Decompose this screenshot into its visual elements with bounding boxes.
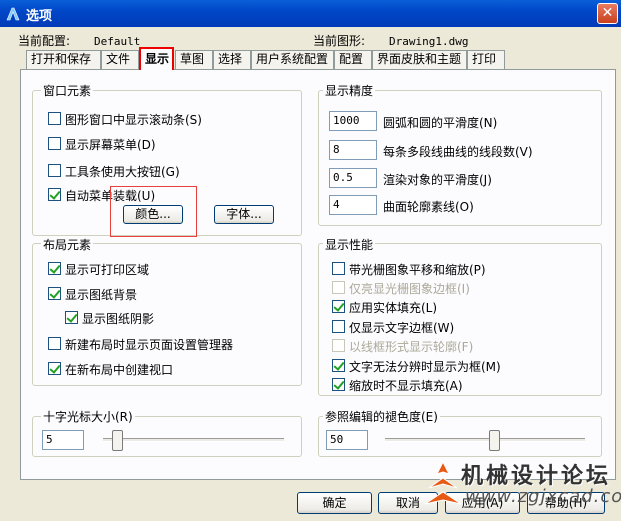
current-drawing: 当前图形: Drawing1.dwg — [313, 32, 469, 49]
checkbox-box[interactable] — [332, 262, 345, 275]
ok-button[interactable]: 确定 — [297, 492, 372, 514]
checkbox-label: 显示图纸背景 — [65, 288, 138, 302]
display-tab-panel: 窗口元素 图形窗口中显示滚动条(S) 显示屏幕菜单(D) 工具条使用大按钮(G)… — [20, 69, 616, 480]
checkbox-box[interactable] — [48, 262, 61, 275]
checkbox-box[interactable] — [48, 112, 61, 125]
current-drawing-label: 当前图形: — [313, 34, 366, 48]
watermark-url: www.zgjxcad.com — [465, 486, 621, 507]
checkbox-box — [332, 339, 345, 352]
checkbox-label: 显示图纸阴影 — [82, 312, 155, 326]
tab-files[interactable]: 文件 — [101, 50, 139, 69]
checkbox-label: 缩放时不显示填充(A) — [349, 379, 463, 393]
watermark-logo-icon — [424, 460, 462, 505]
tab-user-preferences[interactable]: 用户系统配置 — [251, 50, 334, 69]
checkbox-label: 仅显示文字边框(W) — [349, 321, 455, 335]
checkbox-label: 应用实体填充(L) — [349, 301, 438, 315]
current-drawing-value: Drawing1.dwg — [389, 35, 469, 48]
current-profile-label: 当前配置: — [18, 34, 71, 48]
checkbox-box[interactable] — [48, 164, 61, 177]
contour-lines-input[interactable]: 4 — [329, 195, 377, 215]
current-profile: 当前配置: Default — [18, 32, 140, 49]
polyline-segments-input[interactable]: 8 — [329, 140, 377, 160]
window-title: 选项 — [26, 9, 53, 24]
checkbox-label: 带光栅图象平移和缩放(P) — [349, 263, 486, 277]
checkbox-label: 仅亮显光栅图象边框(I) — [349, 282, 470, 296]
tab-skin-theme[interactable]: 界面皮肤和主题 — [372, 50, 467, 69]
checkbox-box[interactable] — [332, 300, 345, 313]
xref-fade-title: 参照编辑的褪色度(E) — [323, 408, 440, 425]
checkbox-label: 在新布局中创建视口 — [65, 363, 174, 377]
contour-lines-label: 曲面轮廓素线(O) — [383, 200, 474, 214]
close-icon: ✕ — [601, 5, 614, 21]
checkbox-box — [332, 281, 345, 294]
tab-drafting[interactable]: 草图 — [175, 50, 213, 69]
render-smoothness-input[interactable]: 0.5 — [329, 168, 377, 188]
checkbox-box[interactable] — [48, 188, 61, 201]
close-button[interactable]: ✕ — [597, 3, 618, 24]
checkbox-label: 显示可打印区域 — [65, 263, 150, 277]
checkbox-label: 工具条使用大按钮(G) — [65, 165, 180, 179]
checkbox-label: 文字无法分辨时显示为框(M) — [349, 360, 501, 374]
render-smoothness-label: 渲染对象的平滑度(J) — [383, 173, 492, 187]
display-resolution-title: 显示精度 — [323, 82, 376, 99]
checkbox-label: 新建布局时显示页面设置管理器 — [65, 338, 234, 352]
xref-fade-input[interactable]: 50 — [326, 430, 368, 450]
arc-smoothness-input[interactable]: 1000 — [329, 111, 377, 131]
highlight-box — [110, 186, 197, 237]
title-bar: 选项 ✕ — [0, 0, 621, 27]
tab-profiles[interactable]: 配置 — [334, 50, 372, 69]
checkbox-box[interactable] — [48, 337, 61, 350]
display-performance-title: 显示性能 — [323, 236, 376, 253]
polyline-segments-label: 每条多段线曲线的线段数(V) — [383, 145, 533, 159]
crosshair-slider-thumb[interactable] — [111, 430, 123, 451]
current-profile-value: Default — [94, 35, 141, 48]
checkbox-box[interactable] — [332, 378, 345, 391]
checkbox-box[interactable] — [48, 137, 61, 150]
checkbox-box[interactable] — [332, 359, 345, 372]
checkbox-label: 以线框形式显示轮廓(F) — [349, 340, 474, 354]
checkbox-label: 显示屏幕菜单(D) — [65, 138, 156, 152]
fonts-button[interactable]: 字体... — [214, 205, 274, 224]
crosshair-size-input[interactable]: 5 — [42, 430, 84, 450]
tab-selection[interactable]: 选择 — [213, 50, 251, 69]
checkbox-box[interactable] — [48, 287, 61, 300]
window-elements-title: 窗口元素 — [41, 82, 94, 99]
watermark: 机械设计论坛 www.zgjxcad.com — [421, 458, 621, 518]
arc-smoothness-label: 圆弧和圆的平滑度(N) — [383, 116, 498, 130]
tab-open-save[interactable]: 打开和保存 — [26, 50, 101, 69]
xref-fade-slider-thumb[interactable] — [488, 430, 500, 451]
tab-display[interactable]: 显示 — [139, 47, 174, 70]
checkbox-label: 图形窗口中显示滚动条(S) — [65, 113, 202, 127]
tab-plot[interactable]: 打印 — [467, 50, 505, 69]
checkbox-box[interactable] — [48, 362, 61, 375]
layout-elements-title: 布局元素 — [41, 236, 94, 253]
checkbox-box[interactable] — [332, 320, 345, 333]
checkbox-box[interactable] — [65, 311, 78, 324]
crosshair-title: 十字光标大小(R) — [41, 408, 135, 425]
crosshair-slider-track[interactable] — [103, 438, 284, 442]
xref-fade-slider-track[interactable] — [385, 438, 585, 442]
app-icon — [6, 7, 20, 21]
